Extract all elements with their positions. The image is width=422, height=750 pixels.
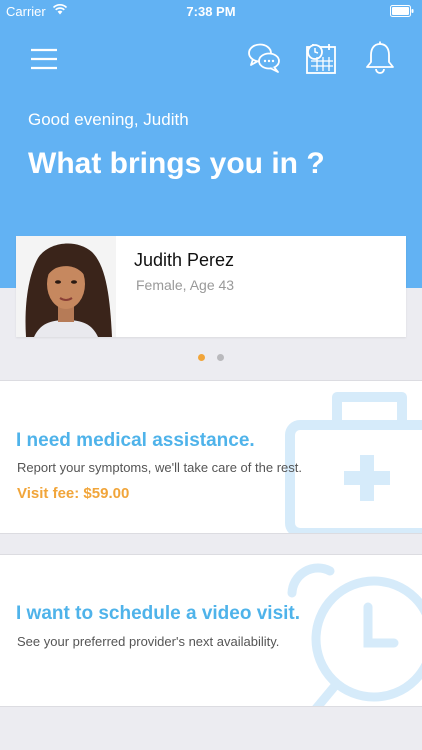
page-indicator[interactable] (0, 348, 422, 366)
page-title: What brings you in ? (28, 147, 325, 180)
alarm-clock-icon (287, 563, 422, 706)
medical-assistance-subtitle: Report your symptoms, we'll take care of… (17, 460, 302, 475)
greeting-text: Good evening, Judith (28, 110, 189, 129)
notification-bell-icon[interactable] (362, 40, 398, 76)
video-visit-title: I want to schedule a video visit. (16, 603, 301, 624)
hamburger-menu-icon[interactable] (26, 40, 62, 76)
medical-assistance-card[interactable]: I need medical assistance. Report your s… (0, 380, 422, 534)
avatar (16, 236, 116, 337)
status-time: 7:38 PM (186, 4, 236, 19)
video-visit-card[interactable]: I want to schedule a video visit. See yo… (0, 554, 422, 707)
calendar-clock-icon[interactable] (303, 40, 339, 76)
page-dot-active[interactable] (197, 354, 205, 361)
medical-kit-icon (285, 392, 422, 533)
patient-profile-card[interactable]: Judith Perez Female, Age 43 (16, 236, 406, 337)
status-bar: Carrier 7:38 PM (0, 0, 422, 22)
battery-icon (390, 5, 414, 17)
visit-fee: Visit fee: $59.00 (17, 485, 130, 502)
chat-bubbles-icon[interactable] (246, 40, 282, 76)
patient-meta: Female, Age 43 (136, 277, 235, 293)
medical-assistance-title: I need medical assistance. (16, 430, 255, 451)
patient-name: Judith Perez (134, 250, 235, 270)
video-visit-subtitle: See your preferred provider's next avail… (17, 634, 280, 649)
page-dot[interactable] (217, 354, 225, 361)
